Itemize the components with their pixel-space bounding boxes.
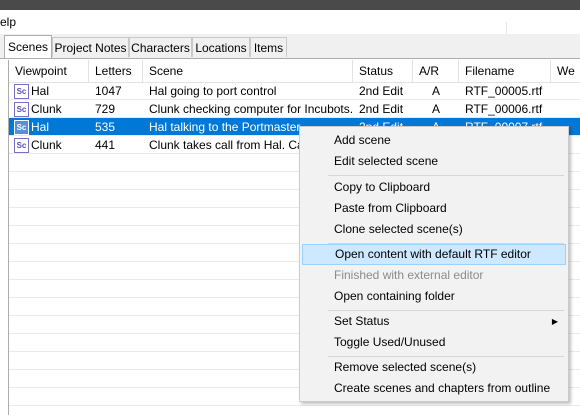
col-status[interactable]: Status xyxy=(353,60,413,82)
title-bar xyxy=(0,0,580,10)
menu-help[interactable]: elp xyxy=(0,15,16,29)
scene-icon: Sc xyxy=(14,84,29,100)
col-ar[interactable]: A/R xyxy=(413,60,459,82)
cell-viewpoint: Clunk xyxy=(31,102,62,116)
tab-items[interactable]: Items xyxy=(250,37,287,57)
menu-edit-scene[interactable]: Edit selected scene xyxy=(302,151,566,172)
menu-paste-clipboard[interactable]: Paste from Clipboard xyxy=(302,198,566,219)
cell-letters: 535 xyxy=(95,120,116,134)
cell-filename: RTF_00005.rtf xyxy=(465,84,543,98)
tab-characters[interactable]: Characters xyxy=(129,37,192,57)
grid-header: Viewpoint Letters Scene Status A/R Filen… xyxy=(9,60,580,83)
tab-scenes[interactable]: Scenes xyxy=(4,35,52,58)
cell-letters: 441 xyxy=(95,138,116,152)
col-letters[interactable]: Letters xyxy=(89,60,143,82)
menu-toggle-used[interactable]: Toggle Used/Unused xyxy=(302,332,566,353)
tab-divider xyxy=(0,58,580,59)
scene-icon: Sc xyxy=(14,120,29,136)
menu-open-rtf-editor[interactable]: Open content with default RTF editor xyxy=(302,244,566,265)
menu-copy-clipboard[interactable]: Copy to Clipboard xyxy=(302,177,566,198)
cell-letters: 1047 xyxy=(95,84,122,98)
menu-add-scene[interactable]: Add scene xyxy=(302,130,566,151)
cell-scene: Hal going to port control xyxy=(149,84,277,98)
col-viewpoint[interactable]: Viewpoint xyxy=(9,60,89,82)
cell-ar: A xyxy=(431,102,440,116)
menu-open-folder[interactable]: Open containing folder xyxy=(302,286,566,307)
menu-set-status-label: Set Status xyxy=(334,314,390,328)
col-filename[interactable]: Filename xyxy=(459,60,551,82)
grid-line xyxy=(9,117,580,118)
cell-status: 2nd Edit xyxy=(359,102,404,116)
cell-viewpoint: Hal xyxy=(31,84,50,98)
context-menu: Add scene Edit selected scene Copy to Cl… xyxy=(299,126,569,402)
cell-ar: A xyxy=(431,84,440,98)
cell-filename: RTF_00006.rtf xyxy=(465,102,543,116)
menu-finished-external: Finished with external editor xyxy=(334,268,484,282)
scene-icon: Sc xyxy=(14,102,29,118)
menu-remove-scene[interactable]: Remove selected scene(s) xyxy=(302,357,566,378)
table-row[interactable]: Sc Clunk 729 Clunk checking computer for … xyxy=(9,100,580,118)
menu-set-status[interactable]: Set Status ▶ xyxy=(302,311,566,332)
col-scene[interactable]: Scene xyxy=(143,60,353,82)
submenu-arrow-icon: ▶ xyxy=(551,317,558,326)
scene-icon: Sc xyxy=(14,138,29,154)
menu-clone-scene[interactable]: Clone selected scene(s) xyxy=(302,219,566,240)
grid-line xyxy=(9,405,580,406)
cell-viewpoint: Hal xyxy=(31,120,50,134)
menu-create-from-outline[interactable]: Create scenes and chapters from outline xyxy=(302,378,566,399)
tab-strip: Scenes Project Notes Characters Location… xyxy=(0,34,580,59)
col-words[interactable]: We xyxy=(551,60,580,82)
table-row[interactable]: Sc Hal 1047 Hal going to port control 2nd… xyxy=(9,82,580,100)
tab-project-notes[interactable]: Project Notes xyxy=(52,37,129,57)
cell-letters: 729 xyxy=(95,102,116,116)
menu-separator xyxy=(328,175,564,176)
menu-bar: elp xyxy=(0,10,580,44)
grid-line xyxy=(9,99,580,100)
cell-scene: Clunk checking computer for Incubots. xyxy=(149,102,353,116)
cell-viewpoint: Clunk xyxy=(31,138,62,152)
tab-locations[interactable]: Locations xyxy=(192,37,250,57)
cell-status: 2nd Edit xyxy=(359,84,404,98)
